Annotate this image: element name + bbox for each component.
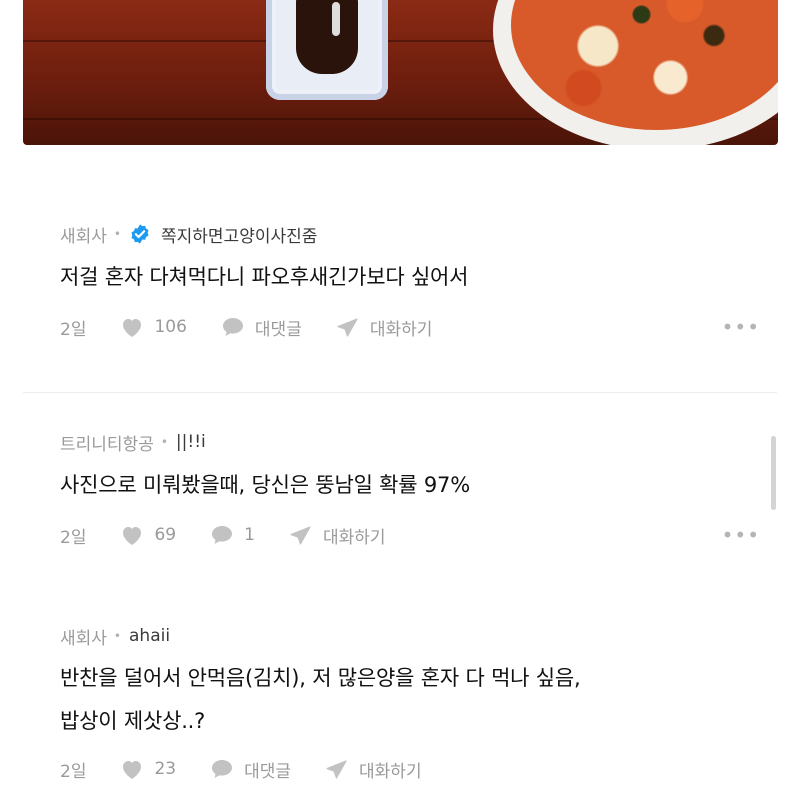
verified-badge-icon [131,224,149,244]
scrollbar[interactable] [771,436,776,510]
like-count: 106 [154,317,187,337]
author-name[interactable]: 쪽지하면고양이사진줌 [161,222,317,247]
separator-dot: • [113,629,121,643]
chat-button[interactable]: 대화하기 [336,315,433,340]
company-label: 새회사 [60,628,107,649]
like-button[interactable]: 23 [120,758,176,780]
comment-text: 저걸 혼자 다쳐먹다니 파오후새긴가보다 싶어서 [60,265,469,289]
comment-meta: 새회사 • 쪽지하면고양이사진줌 [60,221,760,247]
speech-bubble-icon [212,760,233,778]
author-name[interactable]: ||!!i [176,432,206,452]
sauce-glint [332,2,340,36]
comment-3: 새회사 • ahaii 반찬을 덜어서 안먹음(김치), 저 많은양을 혼자 다… [60,623,760,783]
soy-sauce [296,0,358,74]
reply-label: 대댓글 [244,761,292,782]
speech-bubble-icon [212,526,233,544]
reply-button[interactable]: 대댓글 [210,757,291,782]
time-ago: 2일 [60,315,86,340]
send-icon [290,526,311,545]
reply-label: 대댓글 [254,319,302,340]
speech-bubble-icon [222,318,243,336]
chat-button[interactable]: 대화하기 [325,757,422,782]
like-count: 23 [154,759,177,779]
chat-label: 대화하기 [322,527,386,548]
sauce-dish [266,0,388,100]
company-label: 새회사 [60,226,107,247]
send-icon [326,760,347,779]
time-ago: 2일 [60,523,86,548]
comment-actions: 2일 69 1 대화하기 ••• [60,521,760,549]
comment-2: 트리니티항공 • ||!!i 사진으로 미뤄봤을때, 당신은 뚱남일 확률 97… [60,429,760,549]
comment-meta: 트리니티항공 • ||!!i [60,429,760,455]
more-icon[interactable]: ••• [722,315,760,339]
comment-actions: 2일 23 대댓글 대화하기 [60,755,760,783]
heart-icon [123,319,142,337]
more-icon[interactable]: ••• [722,523,760,547]
like-count: 69 [154,525,177,545]
like-button[interactable]: 69 [120,524,176,546]
time-label: 2일 [60,319,87,340]
chat-label: 대화하기 [359,761,422,782]
separator-dot: • [113,227,121,241]
separator-dot: • [160,435,168,449]
bowl-food [511,0,778,130]
company-label: 트리니티항공 [60,434,154,455]
reply-button[interactable]: 대댓글 [221,315,302,340]
reply-count: 1 [244,525,255,545]
food-bowl [493,0,778,145]
comment-text: 반찬을 덜어서 안먹음(김치), 저 많은양을 혼자 다 먹나 싶음, 밥상이 … [60,657,760,743]
comment-text-line: 반찬을 덜어서 안먹음(김치), 저 많은양을 혼자 다 먹나 싶음, [60,666,581,690]
comment-meta: 새회사 • ahaii [60,623,760,649]
comment-text-line: 밥상이 제삿상..? [60,709,206,733]
time-label: 2일 [60,527,87,548]
post-photo[interactable] [23,0,778,145]
comment-divider [23,392,777,393]
comment-text: 사진으로 미뤄봤을때, 당신은 뚱남일 확률 97% [60,473,470,497]
heart-icon [123,761,142,779]
time-label: 2일 [60,761,87,782]
chat-button[interactable]: 대화하기 [289,523,386,548]
comment-actions: 2일 106 대댓글 대화하기 ••• [60,313,760,341]
author-name[interactable]: ahaii [129,626,170,646]
like-button[interactable]: 106 [120,316,187,338]
reply-button[interactable]: 1 [210,524,255,546]
send-icon [337,318,358,337]
comment-1: 새회사 • 쪽지하면고양이사진줌 저걸 혼자 다쳐먹다니 파오후새긴가보다 싶어… [60,221,760,341]
heart-icon [123,527,142,545]
chat-label: 대화하기 [369,319,433,340]
time-ago: 2일 [60,757,86,782]
